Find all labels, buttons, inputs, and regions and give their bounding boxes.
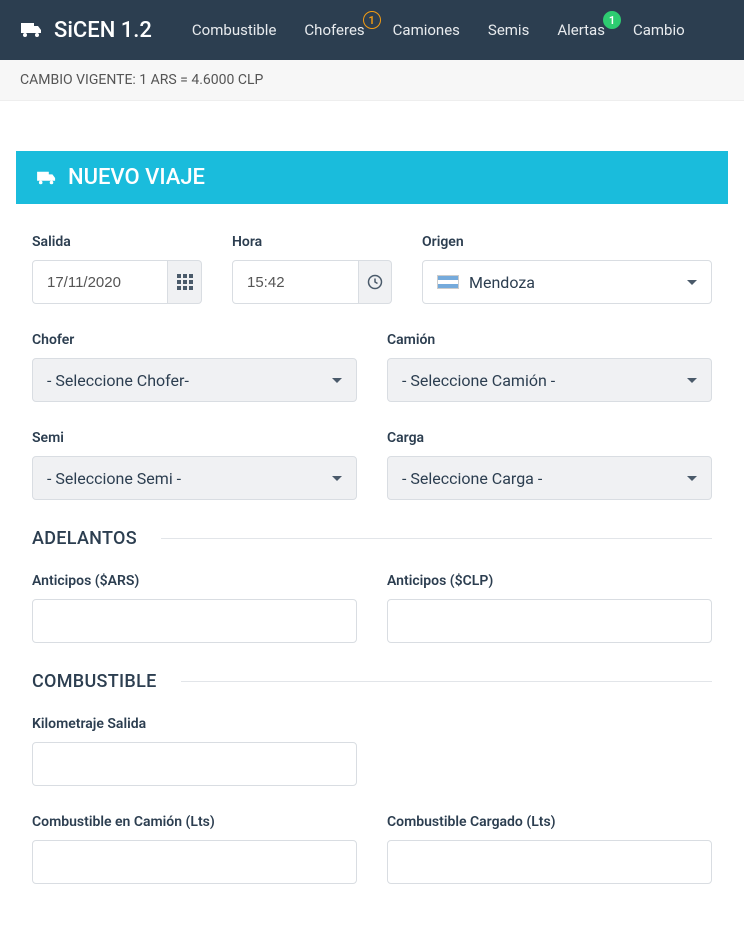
clock-button[interactable] [359, 260, 392, 304]
select-chofer[interactable]: - Seleccione Chofer- [32, 358, 357, 402]
section-adelantos: ADELANTOS [32, 528, 712, 549]
row-combustible-fields: Combustible en Camión (Lts) Combustible … [32, 814, 712, 884]
section-combustible-title: COMBUSTIBLE [32, 671, 157, 692]
nav-cambio[interactable]: Cambio [633, 21, 685, 39]
input-km-salida[interactable] [32, 742, 357, 786]
input-combustible-cargado[interactable] [387, 840, 712, 884]
label-salida: Salida [32, 234, 202, 250]
select-carga-value: - Seleccione Carga - [402, 469, 542, 488]
select-semi-value: - Seleccione Semi - [47, 469, 181, 488]
panel-body: Salida Hora Origen [16, 204, 728, 922]
select-carga[interactable]: - Seleccione Carga - [387, 456, 712, 500]
calendar-button[interactable] [168, 260, 202, 304]
field-combustible-camion: Combustible en Camión (Lts) [32, 814, 357, 884]
panel-header: NUEVO VIAJE [16, 151, 728, 204]
row-km-salida: Kilometraje Salida [32, 716, 712, 786]
chevron-down-icon [687, 280, 697, 285]
section-adelantos-title: ADELANTOS [32, 528, 137, 549]
label-anticipos-ars: Anticipos ($ARS) [32, 573, 357, 589]
select-origen[interactable]: Mendoza [422, 260, 712, 304]
row-semi-carga: Semi - Seleccione Semi - Carga - Selecci… [32, 430, 712, 500]
badge-choferes: 1 [363, 11, 381, 29]
content: NUEVO VIAJE Salida Hora [0, 101, 744, 942]
field-chofer: Chofer - Seleccione Chofer- [32, 332, 357, 402]
divider-line [181, 681, 712, 682]
nav-combustible[interactable]: Combustible [192, 21, 277, 39]
nav-alertas-label: Alertas [557, 21, 605, 39]
input-salida[interactable] [32, 260, 168, 304]
brand[interactable]: SiCEN 1.2 [20, 18, 152, 43]
label-hora: Hora [232, 234, 392, 250]
label-combustible-cargado: Combustible Cargado (Lts) [387, 814, 712, 830]
select-chofer-value: - Seleccione Chofer- [47, 371, 189, 390]
field-semi: Semi - Seleccione Semi - [32, 430, 357, 500]
section-combustible: COMBUSTIBLE [32, 671, 712, 692]
input-hora[interactable] [232, 260, 359, 304]
select-camion-value: - Seleccione Camión - [402, 371, 555, 390]
truck-icon [20, 20, 44, 40]
field-camion: Camión - Seleccione Camión - [387, 332, 712, 402]
truck-icon [36, 169, 58, 187]
field-combustible-cargado: Combustible Cargado (Lts) [387, 814, 712, 884]
chevron-down-icon [687, 476, 697, 481]
field-km-salida: Kilometraje Salida [32, 716, 357, 786]
chevron-down-icon [332, 476, 342, 481]
exchange-rate-bar: CAMBIO VIGENTE: 1 ARS = 4.6000 CLP [0, 60, 744, 101]
row-anticipos: Anticipos ($ARS) Anticipos ($CLP) [32, 573, 712, 643]
field-origen: Origen Mendoza [422, 234, 712, 304]
navbar: SiCEN 1.2 Combustible Choferes 1 Camione… [0, 0, 744, 60]
divider-line [161, 538, 712, 539]
label-combustible-camion: Combustible en Camión (Lts) [32, 814, 357, 830]
label-chofer: Chofer [32, 332, 357, 348]
chevron-down-icon [332, 378, 342, 383]
select-origen-value: Mendoza [469, 273, 535, 292]
panel-title: NUEVO VIAJE [68, 165, 205, 190]
clock-icon [367, 274, 383, 290]
select-semi[interactable]: - Seleccione Semi - [32, 456, 357, 500]
label-origen: Origen [422, 234, 712, 250]
field-carga: Carga - Seleccione Carga - [387, 430, 712, 500]
chevron-down-icon [687, 378, 697, 383]
field-salida: Salida [32, 234, 202, 304]
field-anticipos-ars: Anticipos ($ARS) [32, 573, 357, 643]
input-anticipos-clp[interactable] [387, 599, 712, 643]
nav-alertas[interactable]: Alertas 1 [557, 21, 605, 39]
nav-items: Combustible Choferes 1 Camiones Semis Al… [192, 21, 685, 39]
label-camion: Camión [387, 332, 712, 348]
select-camion[interactable]: - Seleccione Camión - [387, 358, 712, 402]
input-combustible-camion[interactable] [32, 840, 357, 884]
nav-choferes-label: Choferes [304, 21, 364, 39]
field-hora: Hora [232, 234, 392, 304]
nav-choferes[interactable]: Choferes 1 [304, 21, 364, 39]
spacer [387, 716, 712, 786]
argentina-flag-icon [437, 275, 459, 289]
brand-text: SiCEN 1.2 [54, 18, 152, 43]
field-anticipos-clp: Anticipos ($CLP) [387, 573, 712, 643]
label-semi: Semi [32, 430, 357, 446]
input-anticipos-ars[interactable] [32, 599, 357, 643]
label-km-salida: Kilometraje Salida [32, 716, 357, 732]
row-salida-hora-origen: Salida Hora Origen [32, 234, 712, 304]
label-anticipos-clp: Anticipos ($CLP) [387, 573, 712, 589]
nav-camiones[interactable]: Camiones [393, 21, 460, 39]
label-carga: Carga [387, 430, 712, 446]
nav-semis[interactable]: Semis [488, 21, 529, 39]
calendar-grid-icon [177, 274, 193, 290]
badge-alertas: 1 [603, 11, 621, 29]
row-chofer-camion: Chofer - Seleccione Chofer- Camión - Sel… [32, 332, 712, 402]
